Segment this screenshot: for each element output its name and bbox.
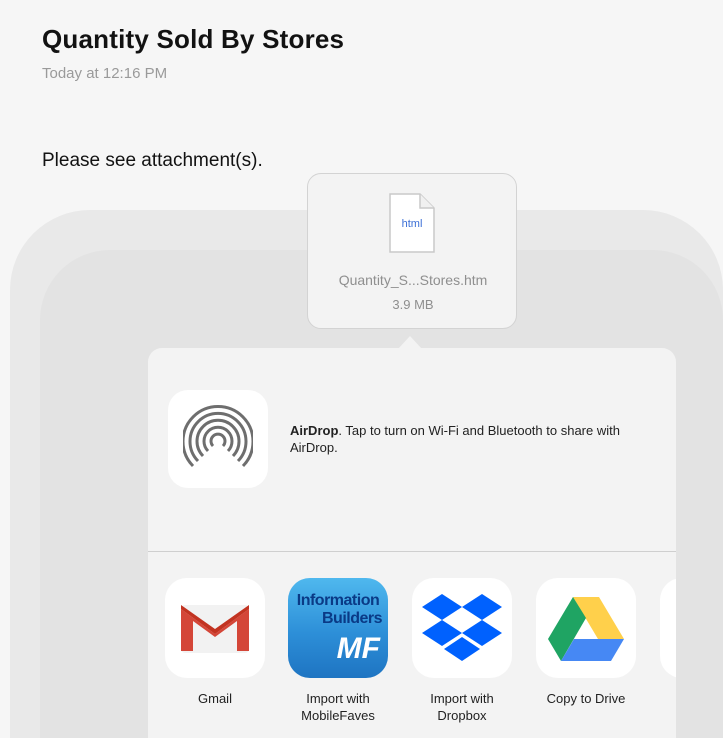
email-subject: Quantity Sold By Stores [42,24,345,54]
share-app-dropbox[interactable]: Import with Dropbox [412,578,512,724]
share-apps-row: Gmail Information Builders MF Import wit… [148,552,676,738]
share-app-mobilefaves[interactable]: Information Builders MF Import with Mobi… [288,578,388,724]
app-label-mobilefaves: Import with MobileFaves [301,691,375,723]
share-app-partial[interactable] [660,578,676,678]
attachment-file-size: 3.9 MB [392,297,434,312]
airdrop-icon[interactable] [168,390,268,488]
google-drive-icon[interactable] [536,578,636,678]
airdrop-description: AirDrop. Tap to turn on Wi-Fi and Blueto… [290,422,660,456]
share-sheet: AirDrop. Tap to turn on Wi-Fi and Blueto… [148,348,676,738]
mobilefaves-logo-text: Information [296,592,380,609]
dropbox-icon[interactable] [412,578,512,678]
mobilefaves-icon[interactable]: Information Builders MF [288,578,388,678]
app-label-dropbox: Import with Dropbox [430,691,494,723]
attachment-card[interactable]: html Quantity_S...Stores.htm 3.9 MB [307,173,517,329]
share-app-google-drive[interactable]: Copy to Drive [536,578,636,707]
airdrop-row[interactable]: AirDrop. Tap to turn on Wi-Fi and Blueto… [148,348,676,551]
email-body: Please see attachment(s). [42,150,263,171]
gmail-icon[interactable] [165,578,265,678]
airdrop-title: AirDrop [290,423,339,438]
airdrop-message: . Tap to turn on Wi-Fi and Bluetooth to … [290,423,620,455]
attachment-file-name: Quantity_S...Stores.htm [338,272,488,288]
app-label-gmail: Gmail [198,691,232,706]
email-timestamp: Today at 12:16 PM [42,65,168,82]
mobilefaves-logo-mf: MF [336,632,380,665]
app-label-google-drive: Copy to Drive [546,691,626,706]
file-type-label: html [401,218,423,230]
document-icon: html [388,192,436,254]
mobilefaves-logo-subtext: Builders [321,610,383,627]
share-app-gmail[interactable]: Gmail [165,578,265,707]
